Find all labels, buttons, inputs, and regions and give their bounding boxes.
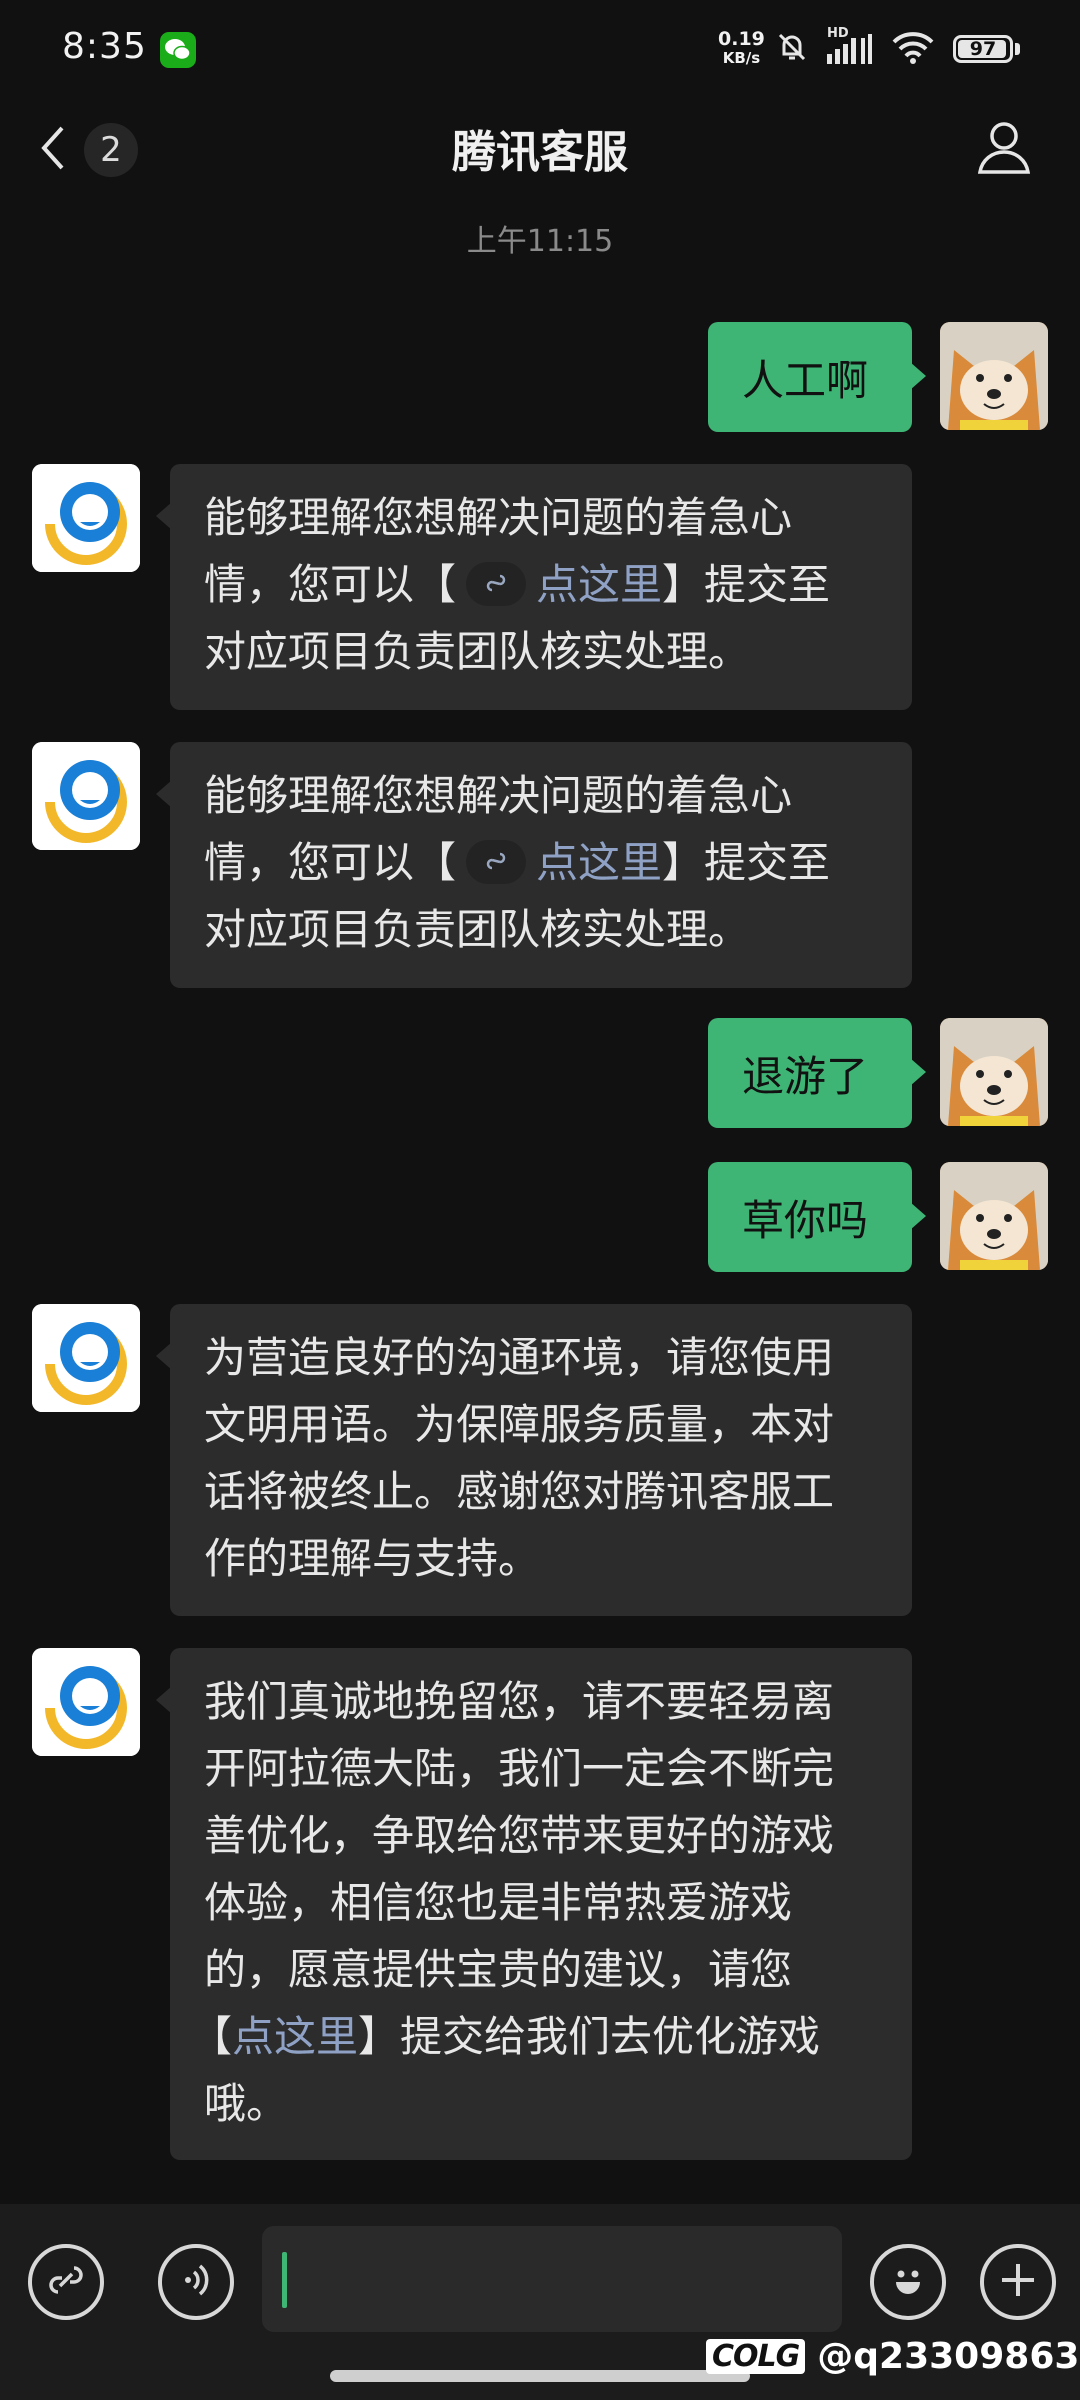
mini-program-button[interactable] — [28, 2244, 104, 2320]
text-caret — [282, 2252, 287, 2308]
user-avatar[interactable] — [940, 1162, 1048, 1270]
message-line: 情，您可以【 点这里】提交至 — [204, 551, 882, 618]
click-here-link[interactable]: 点这里 — [536, 838, 662, 887]
message-input[interactable] — [262, 2226, 842, 2332]
wechat-icon — [160, 32, 196, 68]
home-indicator[interactable] — [330, 2370, 750, 2382]
page-title: 腾讯客服 — [452, 127, 628, 178]
message-bubble-incoming[interactable]: 能够理解您想解决问题的着急心 情，您可以【 点这里】提交至 对应项目负责团队核实处… — [156, 742, 912, 988]
person-icon — [972, 122, 1036, 184]
message-line: 情，您可以【 点这里】提交至 — [204, 829, 882, 896]
plus-icon — [996, 2258, 1040, 2306]
network-type-label: HD — [827, 26, 849, 41]
click-here-link[interactable]: 点这里 — [536, 560, 662, 609]
mini-program-link-icon — [466, 839, 527, 884]
message-line: 善优化，争取给您带来更好的游戏 — [204, 1811, 835, 1860]
status-icons: HD 97 — [775, 26, 1020, 70]
message-text: 草你吗 — [742, 1195, 869, 1245]
message-line: 对应项目负责团队核实处理。 — [204, 905, 751, 954]
status-time: 8:35 — [62, 26, 147, 67]
chat-info-button[interactable] — [972, 116, 1036, 180]
tencent-service-avatar[interactable] — [32, 1304, 140, 1412]
message-text: 】提交至 — [662, 838, 831, 887]
message-line: 话将被终止。感谢您对腾讯客服工 — [204, 1467, 835, 1516]
message-bubble-outgoing[interactable]: 草你吗 — [708, 1162, 926, 1272]
user-avatar[interactable] — [940, 1018, 1048, 1126]
wifi-icon — [891, 30, 935, 68]
watermark: COLG @q23309863 — [706, 2336, 1079, 2377]
tencent-service-avatar[interactable] — [32, 742, 140, 850]
user-avatar[interactable] — [940, 322, 1048, 430]
battery-icon: 97 — [953, 35, 1013, 63]
watermark-logo: COLG — [706, 2339, 806, 2374]
message-timestamp: 上午11:15 — [466, 224, 614, 259]
message-line: 的，愿意提供宝贵的建议，请您 — [204, 1945, 793, 1994]
message-text: 人工啊 — [742, 355, 869, 405]
network-speed-value: 0.19 — [718, 28, 765, 50]
message-text: 【 — [190, 2012, 233, 2061]
message-line: 哦。 — [204, 2079, 289, 2128]
message-bubble-outgoing[interactable]: 人工啊 — [708, 322, 926, 432]
click-here-link[interactable]: 点这里 — [232, 2012, 358, 2061]
signal-icon: HD — [827, 26, 873, 66]
battery-cap — [1015, 43, 1020, 55]
watermark-handle: @q23309863 — [817, 2336, 1080, 2377]
mini-program-link-icon — [44, 2258, 88, 2306]
message-text: 】提交至 — [662, 560, 831, 609]
message-bubble-incoming[interactable]: 我们真诚地挽留您，请不要轻易离 开阿拉德大陆，我们一定会不断完 善优化，争取给您… — [156, 1648, 912, 2160]
emoji-button[interactable] — [870, 2244, 946, 2320]
network-speed: 0.19 KB/s — [718, 30, 765, 68]
emoji-icon — [884, 2256, 932, 2308]
message-line: 能够理解您想解决问题的着急心 — [204, 493, 793, 542]
message-line: 体验，相信您也是非常热爱游戏 — [204, 1878, 793, 1927]
message-text: 情，您可以【 — [204, 560, 457, 609]
voice-input-button[interactable] — [158, 2244, 234, 2320]
network-speed-unit: KB/s — [722, 49, 761, 67]
voice-icon — [174, 2258, 218, 2306]
message-line: 我们真诚地挽留您，请不要轻易离 — [204, 1677, 835, 1726]
message-line: 文明用语。为保障服务质量，本对 — [204, 1400, 835, 1449]
message-line: 开阿拉德大陆，我们一定会不断完 — [204, 1744, 835, 1793]
message-bubble-incoming[interactable]: 为营造良好的沟通环境，请您使用 文明用语。为保障服务质量，本对 话将被终止。感谢… — [156, 1304, 912, 1616]
message-line: 作的理解与支持。 — [204, 1534, 541, 1583]
message-line: 【点这里】提交给我们去优化游戏 — [190, 2003, 882, 2070]
tencent-service-avatar[interactable] — [32, 464, 140, 572]
mute-icon — [775, 30, 809, 68]
message-line: 为营造良好的沟通环境，请您使用 — [204, 1333, 835, 1382]
message-bubble-outgoing[interactable]: 退游了 — [708, 1018, 926, 1128]
message-line: 对应项目负责团队核实处理。 — [204, 627, 751, 676]
mini-program-link-icon — [466, 561, 527, 606]
tencent-service-avatar[interactable] — [32, 1648, 140, 1756]
message-text: 情，您可以【 — [204, 838, 457, 887]
message-bubble-incoming[interactable]: 能够理解您想解决问题的着急心 情，您可以【 点这里】提交至 对应项目负责团队核实处… — [156, 464, 912, 710]
more-actions-button[interactable] — [980, 2244, 1056, 2320]
message-line: 能够理解您想解决问题的着急心 — [204, 771, 793, 820]
battery-level: 97 — [969, 38, 997, 60]
message-text: 】提交给我们去优化游戏 — [358, 2012, 821, 2061]
message-text: 退游了 — [742, 1051, 869, 1101]
